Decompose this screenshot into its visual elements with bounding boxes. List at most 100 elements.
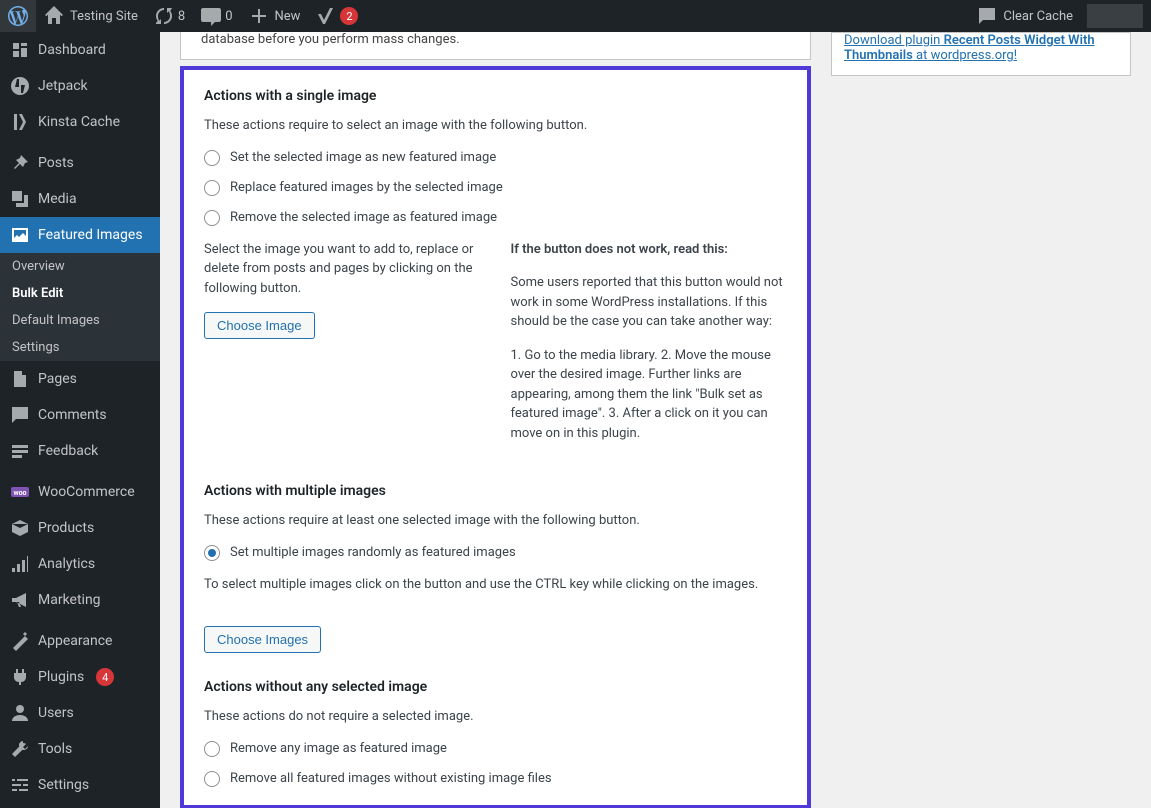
multi-hint: To select multiple images click on the b… bbox=[204, 575, 787, 595]
comments-count: 0 bbox=[225, 9, 232, 24]
update-icon bbox=[154, 6, 174, 26]
menu-label: Featured Images bbox=[38, 227, 143, 243]
menu-settings[interactable]: Settings bbox=[0, 767, 160, 803]
chat-icon bbox=[977, 6, 997, 26]
help-p2: 1. Go to the media library. 2. Move the … bbox=[511, 346, 788, 444]
menu-plugins[interactable]: Plugins4 bbox=[0, 659, 160, 695]
users-icon bbox=[10, 703, 30, 723]
menu-label: Marketing bbox=[38, 592, 101, 608]
submenu-default-images[interactable]: Default Images bbox=[0, 307, 160, 334]
intro-box: database before you perform mass changes… bbox=[180, 32, 811, 60]
menu-analytics[interactable]: Analytics bbox=[0, 546, 160, 582]
radio-set-multiple[interactable]: Set multiple images randomly as featured… bbox=[204, 545, 787, 561]
yoast-badge: 2 bbox=[340, 7, 358, 25]
yoast[interactable]: 2 bbox=[308, 0, 366, 32]
radio-remove-missing[interactable]: Remove all featured images without exist… bbox=[204, 771, 787, 787]
wordpress-icon bbox=[8, 6, 28, 26]
menu-label: Pages bbox=[38, 371, 77, 387]
menu-label: Jetpack bbox=[38, 78, 88, 94]
help-p1: Some users reported that this button wou… bbox=[511, 273, 788, 332]
radio-icon bbox=[204, 180, 220, 196]
link-post: at wordpress.org! bbox=[916, 48, 1017, 63]
radio-icon bbox=[204, 545, 220, 561]
radio-label: Remove the selected image as featured im… bbox=[230, 210, 497, 225]
menu-dashboard[interactable]: Dashboard bbox=[0, 32, 160, 68]
yoast-icon bbox=[316, 6, 336, 26]
submenu-settings[interactable]: Settings bbox=[0, 334, 160, 361]
new-label: New bbox=[275, 9, 301, 24]
clear-cache[interactable]: Clear Cache bbox=[969, 0, 1081, 32]
admin-bar: Testing Site 8 0 New 2 Clear Cache bbox=[0, 0, 1151, 32]
wp-logo[interactable] bbox=[0, 0, 36, 32]
no-image-heading: Actions without any selected image bbox=[204, 679, 787, 695]
menu-label: Tools bbox=[38, 741, 72, 757]
menu-tools[interactable]: Tools bbox=[0, 731, 160, 767]
site-name-label: Testing Site bbox=[70, 9, 138, 24]
radio-label: Set the selected image as new featured i… bbox=[230, 150, 496, 165]
intro-text: database before you perform mass changes… bbox=[201, 32, 460, 47]
menu-kinsta[interactable]: Kinsta Cache bbox=[0, 104, 160, 140]
radio-remove-selected[interactable]: Remove the selected image as featured im… bbox=[204, 210, 787, 226]
radio-label: Set multiple images randomly as featured… bbox=[230, 545, 516, 560]
choose-images-button[interactable]: Choose Images bbox=[204, 626, 321, 653]
menu-users[interactable]: Users bbox=[0, 695, 160, 731]
comment-icon bbox=[10, 405, 30, 425]
choose-image-button[interactable]: Choose Image bbox=[204, 312, 315, 339]
products-icon bbox=[10, 518, 30, 538]
updates[interactable]: 8 bbox=[146, 0, 193, 32]
feedback-icon bbox=[10, 441, 30, 461]
radio-label: Remove all featured images without exist… bbox=[230, 771, 552, 786]
radio-remove-any[interactable]: Remove any image as featured image bbox=[204, 741, 787, 757]
pages-icon bbox=[10, 369, 30, 389]
menu-featured-images[interactable]: Featured Images bbox=[0, 217, 160, 253]
link-pre: Download plugin bbox=[844, 33, 940, 48]
sidebar-widget: Download plugin Recent Posts Widget With… bbox=[831, 32, 1131, 76]
tools-icon bbox=[10, 739, 30, 759]
menu-products[interactable]: Products bbox=[0, 510, 160, 546]
menu-label: Settings bbox=[38, 777, 89, 793]
menu-marketing[interactable]: Marketing bbox=[0, 582, 160, 618]
submenu-overview[interactable]: Overview bbox=[0, 253, 160, 280]
plugins-icon bbox=[10, 667, 30, 687]
site-name[interactable]: Testing Site bbox=[36, 0, 146, 32]
actions-panel: Actions with a single image These action… bbox=[180, 66, 811, 808]
menu-media[interactable]: Media bbox=[0, 181, 160, 217]
menu-appearance[interactable]: Appearance bbox=[0, 623, 160, 659]
kinsta-icon bbox=[10, 112, 30, 132]
admin-sidebar: Dashboard Jetpack Kinsta Cache Posts Med… bbox=[0, 32, 160, 808]
menu-label: Dashboard bbox=[38, 42, 106, 58]
menu-jetpack[interactable]: Jetpack bbox=[0, 68, 160, 104]
menu-pages[interactable]: Pages bbox=[0, 361, 160, 397]
radio-replace[interactable]: Replace featured images by the selected … bbox=[204, 180, 787, 196]
menu-label: WooCommerce bbox=[38, 484, 135, 500]
user-account[interactable] bbox=[1087, 4, 1143, 28]
dashboard-icon bbox=[10, 40, 30, 60]
menu-label: Users bbox=[38, 705, 74, 721]
menu-posts[interactable]: Posts bbox=[0, 145, 160, 181]
radio-label: Replace featured images by the selected … bbox=[230, 180, 503, 195]
images-icon bbox=[10, 225, 30, 245]
menu-feedback[interactable]: Feedback bbox=[0, 433, 160, 469]
multi-image-heading: Actions with multiple images bbox=[204, 483, 787, 499]
new-content[interactable]: New bbox=[241, 0, 309, 32]
submenu-bulk-edit[interactable]: Bulk Edit bbox=[0, 280, 160, 307]
menu-label: Plugins bbox=[38, 669, 84, 685]
settings-icon bbox=[10, 775, 30, 795]
menu-woocommerce[interactable]: woo WooCommerce bbox=[0, 474, 160, 510]
radio-icon bbox=[204, 741, 220, 757]
menu-label: Comments bbox=[38, 407, 107, 423]
no-image-desc: These actions do not require a selected … bbox=[204, 707, 787, 727]
menu-comments[interactable]: Comments bbox=[0, 397, 160, 433]
multi-image-desc: These actions require at least one selec… bbox=[204, 511, 787, 531]
updates-count: 8 bbox=[178, 9, 185, 24]
radio-icon bbox=[204, 210, 220, 226]
pin-icon bbox=[10, 153, 30, 173]
download-plugin-link[interactable]: Download plugin Recent Posts Widget With… bbox=[844, 33, 1095, 63]
woo-icon: woo bbox=[10, 482, 30, 502]
radio-icon bbox=[204, 771, 220, 787]
help-heading: If the button does not work, read this: bbox=[511, 242, 728, 257]
radio-set-new[interactable]: Set the selected image as new featured i… bbox=[204, 150, 787, 166]
radio-label: Remove any image as featured image bbox=[230, 741, 447, 756]
comments-bubble[interactable]: 0 bbox=[193, 0, 240, 32]
analytics-icon bbox=[10, 554, 30, 574]
